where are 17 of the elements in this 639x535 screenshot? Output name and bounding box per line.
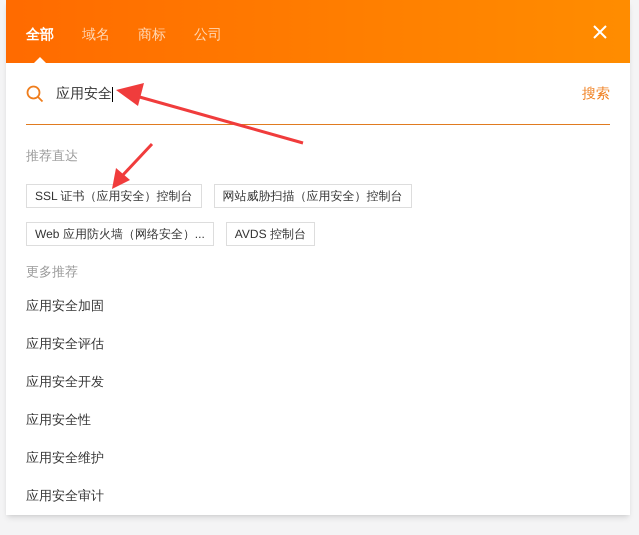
suggestion-item[interactable]: 应用安全性 (26, 401, 610, 439)
close-button[interactable] (592, 24, 608, 40)
search-value: 应用安全 (56, 84, 114, 104)
suggestion-item[interactable]: 应用安全评估 (26, 325, 610, 363)
suggestion-item[interactable]: 应用安全加固 (26, 287, 610, 325)
tab-pointer-icon (34, 57, 46, 63)
suggestion-item[interactable]: 应用安全维护 (26, 439, 610, 477)
suggestion-item[interactable]: 应用安全审计 (26, 477, 610, 515)
suggestion-item[interactable]: 应用安全开发 (26, 363, 610, 401)
close-icon (592, 24, 608, 40)
shortcut-link[interactable]: AVDS 控制台 (226, 222, 315, 246)
search-icon (26, 84, 44, 102)
shortcut-link[interactable]: SSL 证书（应用安全）控制台 (26, 184, 202, 208)
section-heading: 更多推荐 (26, 262, 79, 280)
section-heading: 推荐直达 (26, 147, 79, 165)
shortcut-link[interactable]: 网站威胁扫描（应用安全）控制台 (214, 184, 412, 208)
shortcut-link[interactable]: Web 应用防火墙（网络安全）... (26, 222, 214, 246)
